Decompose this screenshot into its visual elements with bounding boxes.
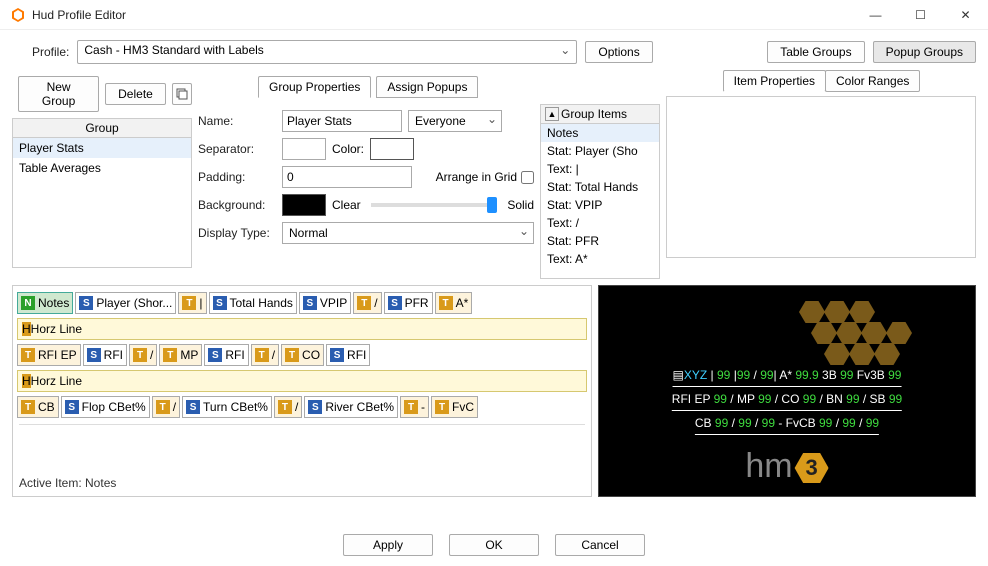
group-item-row[interactable]: Notes <box>541 124 659 142</box>
stat-chip[interactable]: TRFI EP <box>17 344 81 366</box>
group-item-row[interactable]: Text: / <box>541 214 659 232</box>
stat-chip[interactable]: SVPIP <box>299 292 351 314</box>
active-item-label: Active Item: Notes <box>19 476 116 490</box>
window-title: Hud Profile Editor <box>32 8 853 22</box>
item-properties-panel <box>666 96 976 258</box>
stat-chip[interactable]: SFlop CBet% <box>61 396 150 418</box>
new-group-button[interactable]: New Group <box>18 76 99 112</box>
top-bar: Profile: Cash - HM3 Standard with Labels… <box>0 30 988 70</box>
layout-editor[interactable]: NNotesSPlayer (Shor...T|STotal HandsSVPI… <box>12 285 592 497</box>
separator-color-swatch[interactable] <box>370 138 414 160</box>
minimize-button[interactable]: — <box>853 0 898 30</box>
table-groups-button[interactable]: Table Groups <box>767 41 864 63</box>
stat-chip[interactable]: T/ <box>129 344 157 366</box>
display-type-select[interactable]: Normal <box>282 222 534 244</box>
padding-input[interactable] <box>282 166 412 188</box>
stat-chip[interactable]: SPFR <box>384 292 433 314</box>
popup-groups-button[interactable]: Popup Groups <box>873 41 976 63</box>
title-bar: Hud Profile Editor — ☐ ✕ <box>0 0 988 30</box>
group-item-row[interactable]: Stat: Total Hands <box>541 178 659 196</box>
stat-chip[interactable]: TFvC <box>431 396 478 418</box>
options-button[interactable]: Options <box>585 41 652 63</box>
app-icon <box>10 7 26 23</box>
opacity-slider[interactable] <box>371 203 498 207</box>
profile-select[interactable]: Cash - HM3 Standard with Labels <box>77 40 577 64</box>
group-row[interactable]: Table Averages <box>13 158 191 178</box>
group-item-row[interactable]: Text: A* <box>541 250 659 268</box>
arrange-grid-checkbox[interactable] <box>521 171 534 184</box>
ok-button[interactable]: OK <box>449 534 539 556</box>
stat-chip[interactable]: T/ <box>353 292 381 314</box>
stat-chip[interactable]: TCB <box>17 396 59 418</box>
sort-up-icon[interactable]: ▲ <box>545 107 559 121</box>
padding-label: Padding: <box>198 170 276 184</box>
stat-chip[interactable]: NNotes <box>17 292 73 314</box>
background-label: Background: <box>198 198 276 212</box>
stat-chip[interactable]: SRFI <box>204 344 248 366</box>
group-list[interactable]: Player StatsTable Averages <box>12 138 192 268</box>
stat-chip[interactable]: SRFI <box>83 344 127 366</box>
dialog-buttons: Apply OK Cancel <box>0 534 988 556</box>
group-items-header[interactable]: ▲ Group Items <box>540 104 660 124</box>
stat-chip[interactable]: STotal Hands <box>209 292 297 314</box>
stat-chip[interactable]: T/ <box>251 344 279 366</box>
name-label: Name: <box>198 114 276 128</box>
separator-label: Separator: <box>198 142 276 156</box>
tab-item-properties[interactable]: Item Properties <box>723 70 826 92</box>
group-row[interactable]: Player Stats <box>13 138 191 158</box>
group-item-row[interactable]: Stat: PFR <box>541 232 659 250</box>
stat-chip[interactable]: TA* <box>435 292 473 314</box>
bg-solid-label: Solid <box>507 198 534 212</box>
stat-chip[interactable]: STurn CBet% <box>182 396 272 418</box>
scope-select[interactable]: Everyone <box>408 110 502 132</box>
stat-chip[interactable]: T/ <box>274 396 302 418</box>
stat-chip[interactable]: TMP <box>159 344 202 366</box>
close-button[interactable]: ✕ <box>943 0 988 30</box>
tab-color-ranges[interactable]: Color Ranges <box>825 70 920 92</box>
hm3-logo: hm3 <box>745 447 828 486</box>
stat-chip[interactable]: T/ <box>152 396 180 418</box>
stat-chip[interactable]: SPlayer (Shor... <box>75 292 176 314</box>
color-label: Color: <box>332 142 364 156</box>
profile-label: Profile: <box>32 45 69 59</box>
bg-clear-label: Clear <box>332 198 361 212</box>
tab-group-properties[interactable]: Group Properties <box>258 76 371 98</box>
clone-group-button[interactable] <box>172 83 192 105</box>
group-list-header: Group <box>12 118 192 138</box>
profile-select-value: Cash - HM3 Standard with Labels <box>84 43 263 57</box>
maximize-button[interactable]: ☐ <box>898 0 943 30</box>
separator-input[interactable] <box>282 138 326 160</box>
horz-line-chip[interactable]: HHorz Line <box>17 318 587 340</box>
delete-group-button[interactable]: Delete <box>105 83 166 105</box>
horz-line-chip[interactable]: HHorz Line <box>17 370 587 392</box>
group-item-row[interactable]: Stat: Player (Sho <box>541 142 659 160</box>
stat-chip[interactable]: SRiver CBet% <box>304 396 398 418</box>
stat-chip[interactable]: T- <box>400 396 429 418</box>
tab-assign-popups[interactable]: Assign Popups <box>376 76 478 98</box>
hud-preview: ▤XYZ | 99 |99 / 99| A* 99.9 3B 99 Fv3B 9… <box>598 285 976 497</box>
group-item-row[interactable]: Text: | <box>541 160 659 178</box>
display-type-label: Display Type: <box>198 226 276 240</box>
name-input[interactable] <box>282 110 402 132</box>
background-color-swatch[interactable] <box>282 194 326 216</box>
arrange-grid-label: Arrange in Grid <box>436 170 534 184</box>
cancel-button[interactable]: Cancel <box>555 534 645 556</box>
stat-chip[interactable]: SRFI <box>326 344 370 366</box>
group-item-row[interactable]: Stat: VPIP <box>541 196 659 214</box>
apply-button[interactable]: Apply <box>343 534 433 556</box>
stat-chip[interactable]: TCO <box>281 344 324 366</box>
stat-chip[interactable]: T| <box>178 292 206 314</box>
group-items-list[interactable]: NotesStat: Player (ShoText: |Stat: Total… <box>540 124 660 279</box>
